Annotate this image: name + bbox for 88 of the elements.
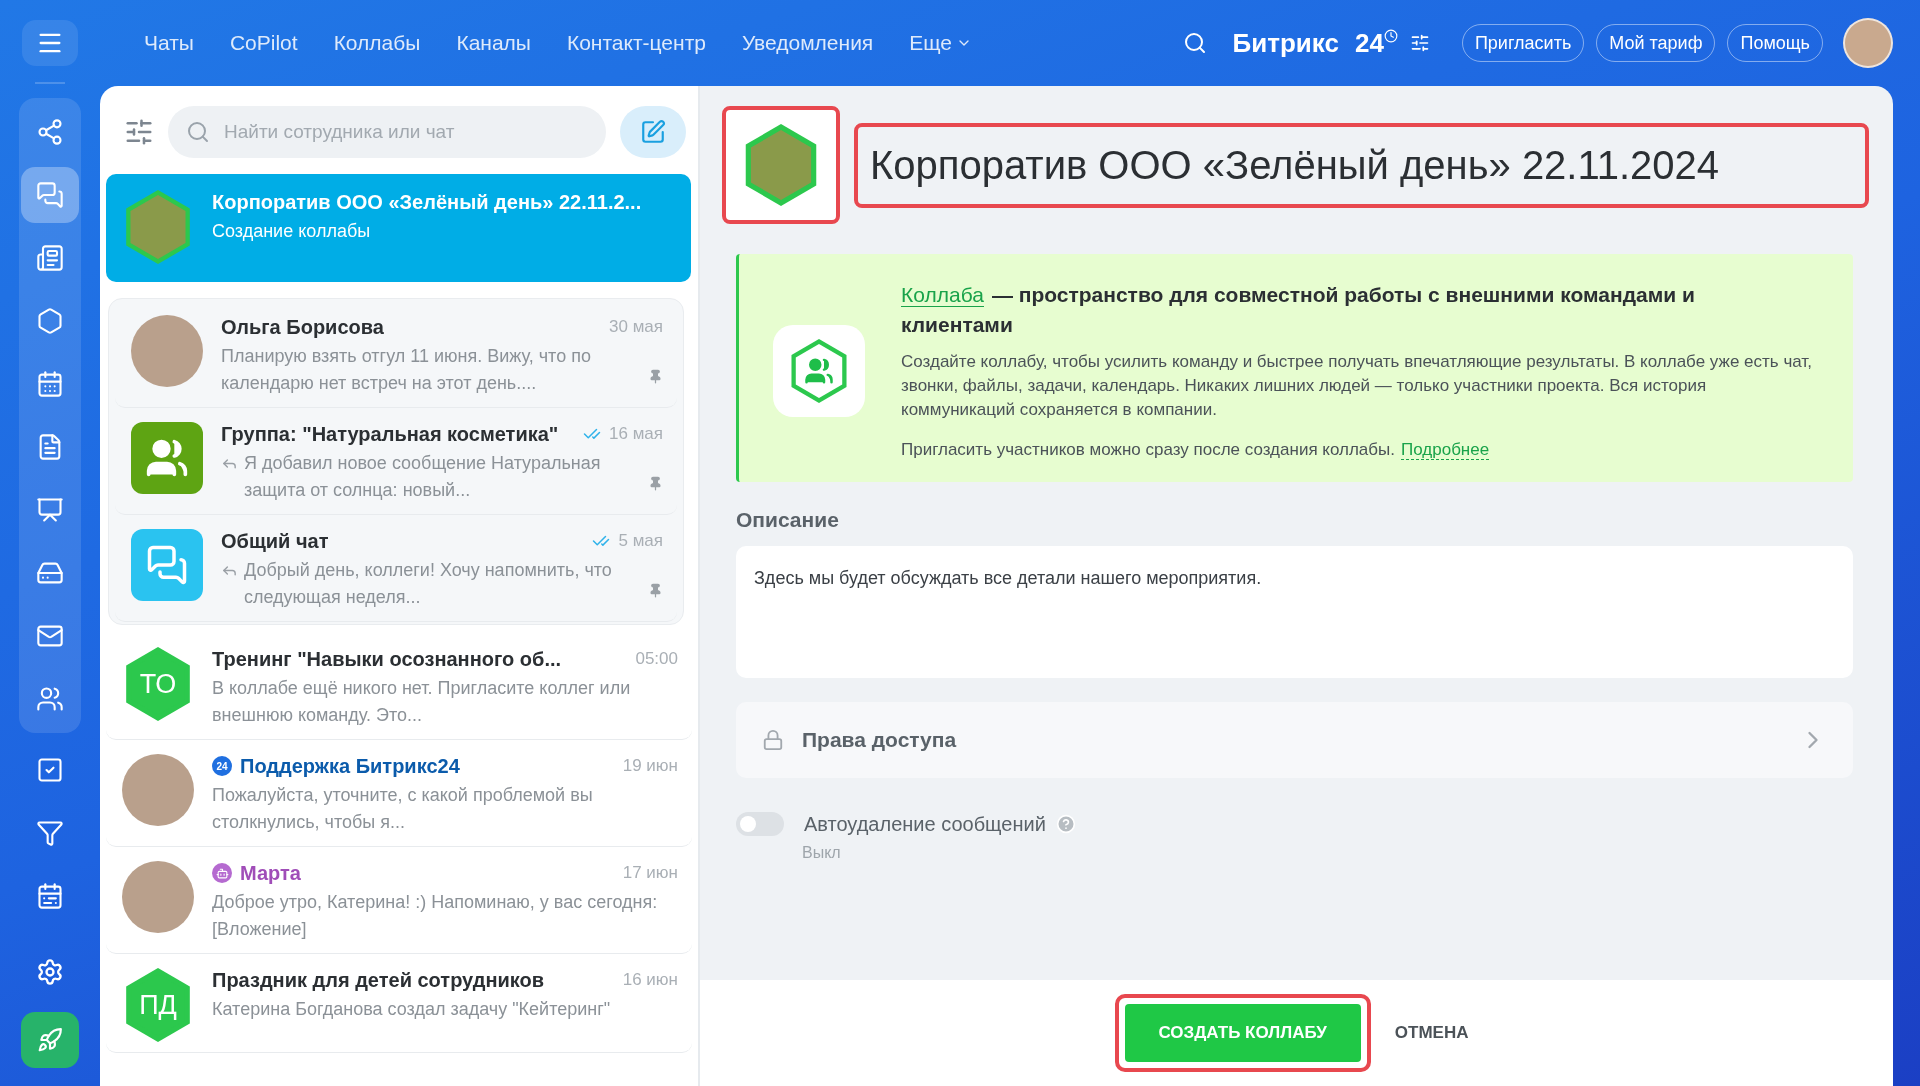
chat-preview: Пожалуйста, уточните, с какой проблемой вы столкнулись, чтобы я... [212,784,594,834]
chat-name: Корпоратив ООО «Зелёный день» 22.11.2... [212,190,643,214]
nav-link[interactable]: Каналы [438,31,549,55]
users-icon [36,685,64,713]
sliders-button[interactable] [1409,33,1430,53]
chat-list-item[interactable]: ТО Тренинг "Навыки осознанного об... 05:00 В коллабе ещё никого нет. Пригласите коллег или внешнюю команду. Это... [106,633,692,740]
chat-preview: Планирую взять отгул 11 июня. Вижу, что по календарю нет встреч на этот день.... [221,345,592,395]
support-badge: 24 [212,756,232,776]
chat-name: Марта [240,861,302,885]
collab-team-icon [773,325,865,417]
logo-text: Битрикс [1232,27,1339,59]
chat-preview: Добрый день, коллеги! Хочу напомнить, что следующая неделя... [244,559,613,609]
rocket-icon [37,1027,63,1053]
search-icon [1182,31,1207,55]
nav-link[interactable]: Уведомления [723,31,892,55]
chat-time: 30 мая [609,317,663,337]
collab-link[interactable]: Коллаба [901,283,984,307]
pin-icon [648,583,663,598]
nav-link[interactable]: Чаты [126,31,212,55]
search-button[interactable] [1182,31,1207,55]
access-rights-row[interactable]: Права доступа [736,702,1853,778]
autodelete-label: Автоудаление сообщений [804,812,1046,836]
collab-title[interactable]: Корпоратив ООО «Зелёный день» 22.11.2024 [870,142,1853,188]
chat-preview: Катерина Богданова создал задачу "Кейтеринг" [212,998,612,1021]
chat-name: Поддержка Битрикс24 [240,754,461,778]
hexagon-icon [36,307,64,335]
calendar-icon [36,370,64,398]
chat-bubbles-button[interactable] [21,167,79,223]
chat-time: 05:00 [635,649,678,669]
info-note: Пригласить участников можно сразу после создания коллабы. Подробнее [901,439,1491,462]
description-label: Описание [736,508,840,532]
description-field[interactable]: Здесь мы будет обсуждать все детали нашего мероприятия. [736,546,1853,678]
nav-link[interactable]: CoPilot [211,31,316,55]
nav-link[interactable]: Еще [891,31,990,55]
chat-time: 16 мая [609,424,663,444]
chat-list-item[interactable]: Корпоратив ООО «Зелёный день» 22.11.2... Создание коллабы [106,174,691,282]
nav-link[interactable]: Контакт-центр [548,31,724,55]
chat-name: Тренинг "Навыки осознанного об... [212,647,563,671]
chat-preview: Создание коллабы [212,220,372,243]
sliders-icon [124,117,154,147]
lock-icon [762,729,784,751]
chat-avatar-icon [131,529,203,601]
pin-icon [648,476,663,491]
funnel-icon [36,819,64,847]
chat-time: 17 июн [622,863,678,883]
chat-list-item[interactable]: Марта 17 июн Доброе утро, Катерина! :) Напоминаю, у вас сегодня: [Вложение] [106,847,692,954]
cancel-button[interactable]: ОТМЕНА [1384,1013,1479,1053]
calendar-list-icon [36,882,64,910]
chat-list-item[interactable]: Ольга Борисова 30 мая Планирую взять отгул 11 июня. Вижу, что по календарю нет встреч на этот день.... [115,301,677,408]
checkbox-icon [36,756,64,784]
chat-preview: Я добавил новое сообщение Натуральная защита от солнца: новый... [244,452,602,502]
chat-name: Группа: "Натуральная косметика" [221,422,560,446]
logo-number: 24 [1354,27,1384,59]
sliders-icon [1409,33,1430,53]
clock-icon [1383,29,1398,43]
chat-time: 19 июн [622,756,678,776]
pencil-square-icon [640,119,666,145]
chat-bubbles-icon [36,181,64,209]
chat-name: Ольга Борисова [221,315,385,339]
chat-time: 16 июн [622,970,678,990]
filter-sliders-button[interactable] [124,117,154,147]
rocket-button[interactable] [21,1012,79,1068]
pin-icon [648,369,663,384]
chat-list-item[interactable]: ПД Праздник для детей сотрудников 16 июн Катерина Богданова создал задачу "Кейтеринг" [106,954,692,1053]
chat-name: Праздник для детей сотрудников [212,968,546,992]
group-avatar-icon [131,422,203,494]
chat-preview: Доброе утро, Катерина! :) Напоминаю, у вас сегодня: [Вложение] [212,891,659,941]
autodelete-toggle[interactable] [736,812,784,836]
nav-link[interactable]: Коллабы [315,31,439,55]
autodelete-status: Выкл [802,844,842,862]
info-text: Создайте коллабу, чтобы усилить команду и быстрее получать впечатляющие результаты. В коллабе уже есть чат, звонки, файлы, задачи, календарь. Никаких лишних людей — только участники проекта. Вся история коммуникаций сохраняется в компании. [901,351,1813,421]
chat-time: 5 мая [618,531,663,551]
chat-preview: В коллабе ещё никого нет. Пригласите коллег или внешнюю команду. Это... [212,677,632,727]
chat-list-item[interactable]: 24 Поддержка Битрикс24 19 июн Пожалуйста, уточните, с какой проблемой вы столкнулись, чтобы я... [106,740,692,847]
more-link[interactable]: Подробнее [1401,440,1490,460]
gear-icon [36,958,64,986]
bot-icon [212,863,232,883]
chat-list-item[interactable]: Группа: "Натуральная косметика" 16 мая Я добавил новое сообщение Натуральная защита от солнца: новый... [115,408,677,515]
menu-button[interactable] [22,20,78,66]
search-field[interactable]: Найти сотрудника или чат [168,106,606,158]
chat-name: Общий чат [221,529,330,553]
info-heading: Коллаба — пространство для совместной работы с внешними командами и клиентами [901,282,1696,338]
new-chat-button[interactable] [620,106,686,158]
chat-list-item[interactable]: Общий чат 5 мая Добрый день, коллеги! Хочу напомнить, что следующая неделя... [115,515,677,622]
nodes-icon [36,118,64,146]
presentation-board-icon [36,496,64,524]
user-avatar[interactable] [1843,18,1893,68]
newspaper-icon [36,244,64,272]
